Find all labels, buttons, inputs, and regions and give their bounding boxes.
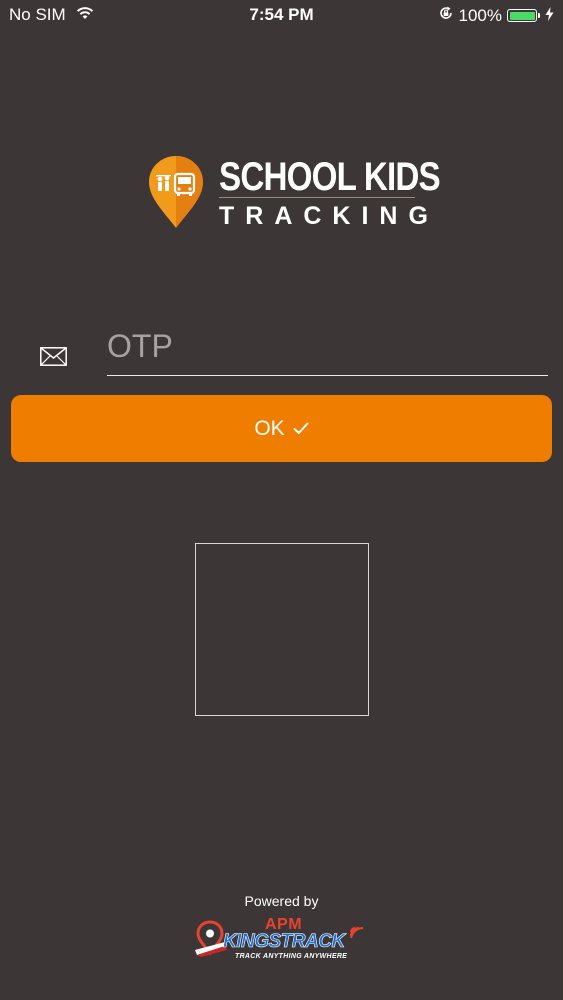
battery-percent: 100% xyxy=(458,5,502,25)
otp-input[interactable] xyxy=(107,318,548,376)
status-bar: No SIM 7:54 PM 100% xyxy=(0,0,563,32)
status-bar-right: 100% xyxy=(433,5,554,26)
powered-by-label: Powered by xyxy=(244,893,319,909)
otp-field-row xyxy=(0,310,563,380)
image-placeholder xyxy=(195,543,369,716)
logo-subtitle: TRACKING xyxy=(219,202,439,230)
orientation-lock-icon xyxy=(438,5,454,26)
ok-button[interactable]: OK xyxy=(11,395,552,462)
kingstrack-logo: APM KINGSTRACK TRACK ANYTHING ANYWHERE xyxy=(195,915,370,965)
mail-icon xyxy=(40,347,67,371)
checkmark-icon xyxy=(293,417,309,441)
charging-icon xyxy=(545,6,554,26)
battery-icon xyxy=(507,9,540,22)
map-pin-bus-icon xyxy=(147,154,205,235)
logo-divider xyxy=(219,197,415,198)
ok-button-label: OK xyxy=(254,416,285,440)
logo-title: SCHOOL KIDS xyxy=(219,155,441,199)
battery-level-fill xyxy=(509,11,535,20)
app-logo: SCHOOL KIDS TRACKING xyxy=(147,152,441,235)
signal-waves-icon xyxy=(348,922,366,943)
brand-tagline: TRACK ANYTHING ANYWHERE xyxy=(235,953,348,960)
brand-name: KINGSTRACK xyxy=(223,931,346,953)
